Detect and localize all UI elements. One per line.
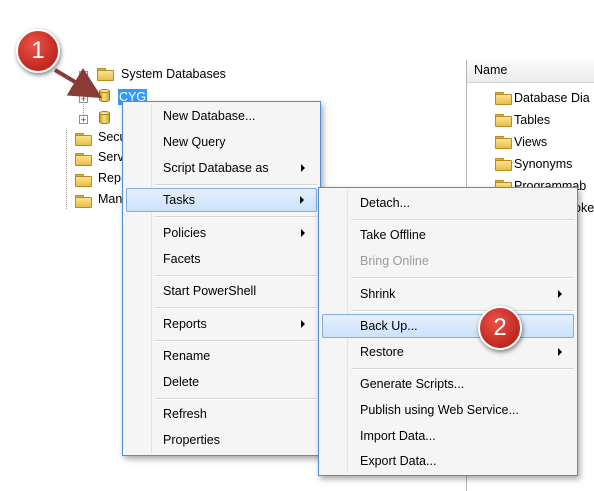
callout-arrow — [53, 68, 103, 99]
step-1-callout: 1 — [16, 29, 60, 73]
step-2-callout: 2 — [478, 306, 522, 350]
